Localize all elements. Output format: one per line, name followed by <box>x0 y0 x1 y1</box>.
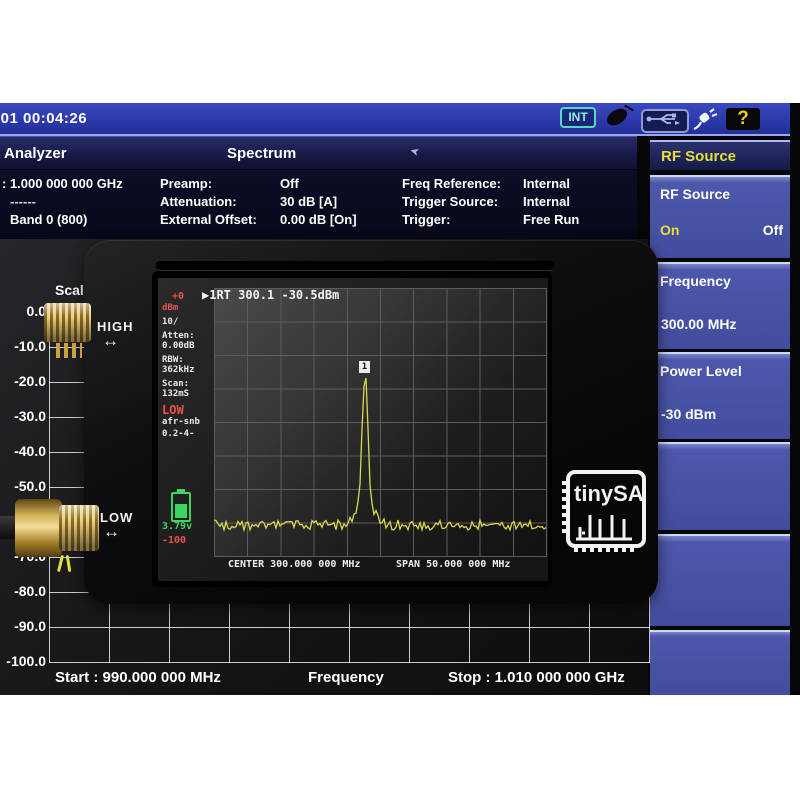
peak-marker-flag: 1 <box>359 361 370 373</box>
spectrum-plot <box>214 288 547 557</box>
y-tick: -80.0 <box>0 583 46 599</box>
attenuation-label: Attenuation: <box>160 194 237 210</box>
x-start-label: Start : 990.000 000 MHz <box>55 669 221 686</box>
scale-per-div: 10/ <box>162 317 178 327</box>
atten-value: 0.00dB <box>162 341 195 351</box>
y-tick: -30.0 <box>0 408 46 424</box>
trigger-label: Trigger: <box>402 212 450 228</box>
y-tick: -20.0 <box>0 373 46 389</box>
external-offset-value: 0.00 dB [On] <box>280 212 357 228</box>
mode-flags: afr-snb <box>162 417 200 427</box>
softkey-blank-1[interactable] <box>650 442 790 530</box>
y-tick: -40.0 <box>0 443 46 459</box>
battery-voltage: 3.79v <box>162 521 192 532</box>
screen-groove <box>156 261 554 271</box>
sma-connector-nut <box>15 499 62 557</box>
y-tick: 0.0 <box>0 303 46 319</box>
low-port-arrow-icon: ↔ <box>103 525 120 539</box>
input-mode: LOW <box>162 403 184 417</box>
sma-connector-barrel <box>59 505 99 551</box>
attenuation-value: 30 dB [A] <box>280 194 337 210</box>
y-tick: -100.0 <box>0 653 46 669</box>
freq-reference-value: Internal <box>523 176 570 192</box>
softkey-title: Power Level <box>660 363 742 379</box>
tab-analyzer[interactable]: Analyzer <box>4 145 67 162</box>
x-stop-label: Stop : 1.010 000 000 GHz <box>448 669 625 686</box>
rbw-value: 362kHz <box>162 365 195 375</box>
softkey-blank-3[interactable] <box>650 630 790 695</box>
high-port-arrow-icon: ↔ <box>102 334 119 348</box>
y-tick: -10.0 <box>0 338 46 354</box>
clock-readout: /01 00:04:26 <box>0 110 87 127</box>
bottom-ref-level: -100 <box>162 535 186 546</box>
marker-readout: ▶1RT 300.1 -30.5dBm <box>202 288 339 302</box>
trigger-source-label: Trigger Source: <box>402 194 498 210</box>
softkey-frequency[interactable]: Frequency 300.00 MHz <box>650 262 790 349</box>
menu-bar: Analyzer Spectrum <box>0 136 637 169</box>
softkey-value: 300.00 MHz <box>661 316 736 332</box>
internal-reference-badge: INT <box>560 107 596 128</box>
trigger-source-value: Internal <box>523 194 570 210</box>
connector-pins <box>56 343 82 358</box>
scan-value: 132mS <box>162 389 189 399</box>
usb-icon <box>641 109 689 133</box>
trigger-value: Free Run <box>523 212 579 228</box>
power-plug-icon <box>692 106 718 132</box>
tinysa-logo-text: tinySA <box>574 481 644 506</box>
rbw-label: RBW: <box>162 355 184 365</box>
softkey-title: RF Source <box>660 186 730 202</box>
y-tick: -50.0 <box>0 478 46 494</box>
span-readout: SPAN 50.000 000 MHz <box>396 559 510 570</box>
battery-icon <box>171 492 191 522</box>
freq-range: 0.2-4- <box>162 429 195 439</box>
tab-spectrum[interactable]: Spectrum <box>227 145 296 162</box>
carrier-frequency-value: : 1.000 000 000 GHz <box>2 176 123 192</box>
tinysa-logo: tinySA <box>560 467 650 555</box>
dashes-value: ------ <box>10 194 36 210</box>
atten-label: Atten: <box>162 331 195 341</box>
freq-reference-label: Freq Reference: <box>402 176 501 192</box>
softkey-value: -30 dBm <box>661 406 716 422</box>
sma-port-high <box>44 303 91 342</box>
screenshot-root: { "colors":{"topbar_blue":"#2b38aa","sid… <box>0 0 800 800</box>
rf-source-on-option[interactable]: On <box>660 222 679 238</box>
analyzer-photo: /01 00:04:26 INT ? Analyzer Spectrum ➤ R… <box>0 103 800 695</box>
band-value: Band 0 (800) <box>10 212 87 228</box>
softkey-blank-2[interactable] <box>650 534 790 626</box>
help-icon: ? <box>726 108 760 130</box>
sidebar-header: RF Source <box>650 140 790 170</box>
preamp-label: Preamp: <box>160 176 212 192</box>
softkey-rf-source[interactable]: RF Source On Off <box>650 175 790 258</box>
marker-readout-text: 1RT 300.1 -30.5dBm <box>209 288 339 302</box>
softkey-power-level[interactable]: Power Level -30 dBm <box>650 352 790 439</box>
x-axis-title: Frequency <box>308 669 384 686</box>
rf-source-off-option[interactable]: Off <box>763 222 783 238</box>
center-frequency-readout: CENTER 300.000 000 MHz <box>228 559 360 570</box>
external-offset-label: External Offset: <box>160 212 257 228</box>
softkey-title: Frequency <box>660 273 731 289</box>
ref-level-unit: dBm <box>162 303 178 313</box>
preamp-value: Off <box>280 176 299 192</box>
settings-panel: : 1.000 000 000 GHz ------ Band 0 (800) … <box>0 170 637 242</box>
scan-label: Scan: <box>162 379 189 389</box>
ref-level-value: +0 <box>172 291 184 302</box>
y-tick: -90.0 <box>0 618 46 634</box>
